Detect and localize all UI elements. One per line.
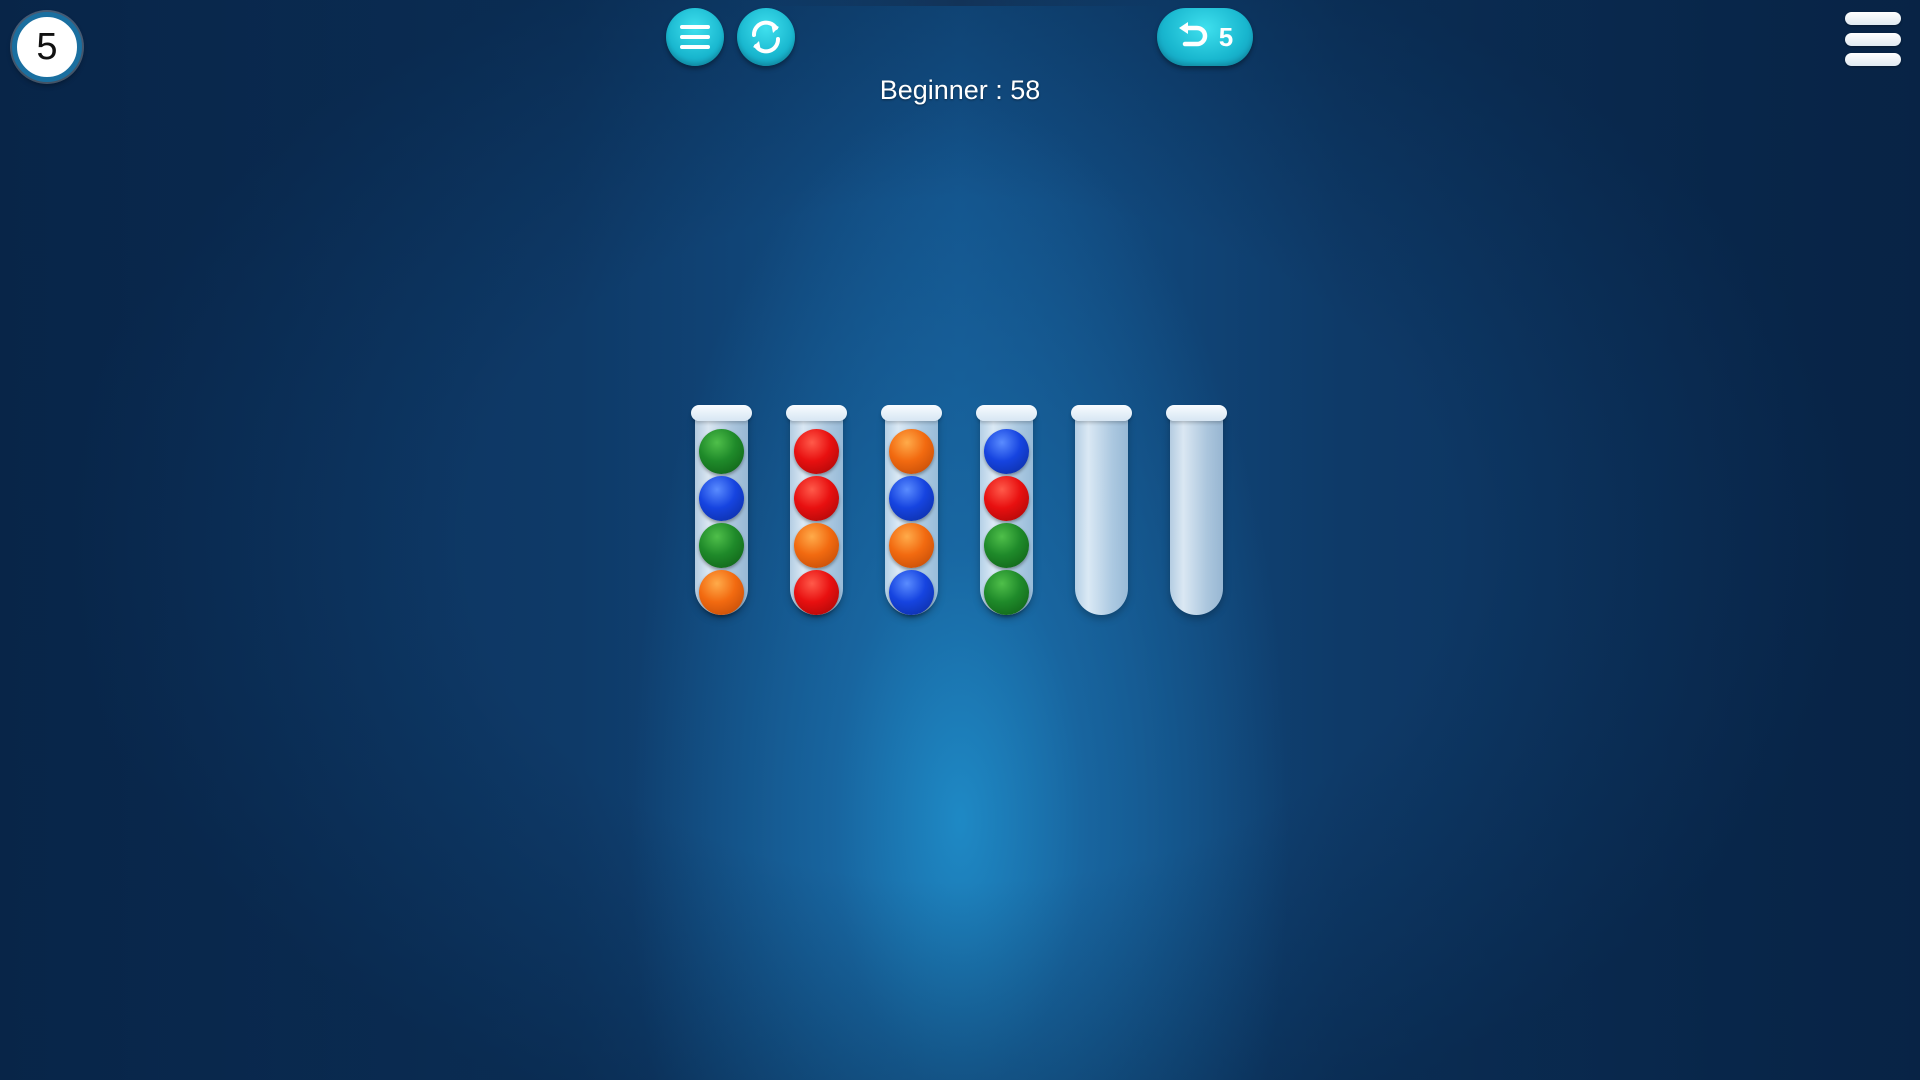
undo-count: 5: [1218, 21, 1234, 52]
level-number-badge: 5: [12, 12, 82, 82]
tube-rim: [786, 405, 847, 421]
list-menu-icon: [680, 25, 710, 49]
tube-5[interactable]: [1071, 405, 1132, 615]
tube-4[interactable]: [976, 405, 1037, 615]
tube-rim: [1071, 405, 1132, 421]
undo-button[interactable]: 5: [1157, 8, 1253, 66]
tube-rack: [691, 405, 1227, 615]
blue-ball: [889, 570, 934, 615]
orange-ball: [889, 523, 934, 568]
undo-arrow-icon: [1178, 22, 1207, 47]
tube-rim: [881, 405, 942, 421]
green-ball: [699, 523, 744, 568]
green-ball: [699, 429, 744, 474]
tube-3[interactable]: [881, 405, 942, 615]
tube-2[interactable]: [786, 405, 847, 615]
level-number: 5: [36, 26, 58, 68]
green-ball: [984, 570, 1029, 615]
orange-ball: [794, 523, 839, 568]
level-title: Beginner : 58: [879, 75, 1041, 105]
blue-ball: [889, 476, 934, 521]
restart-button[interactable]: [737, 8, 795, 66]
tube-glass: [1170, 413, 1223, 615]
blue-ball: [984, 429, 1029, 474]
tube-rim: [1166, 405, 1227, 421]
list-menu-button[interactable]: [666, 8, 724, 66]
green-ball: [984, 523, 1029, 568]
orange-ball: [889, 429, 934, 474]
orange-ball: [699, 570, 744, 615]
red-ball: [984, 476, 1029, 521]
hamburger-menu-button[interactable]: [1845, 12, 1901, 66]
tube-glass: [1075, 413, 1128, 615]
ball-stack: [786, 429, 847, 615]
red-ball: [794, 429, 839, 474]
tube-rim: [976, 405, 1037, 421]
tube-1[interactable]: [691, 405, 752, 615]
hamburger-bar: [1845, 12, 1901, 25]
hamburger-bar: [1845, 32, 1901, 46]
tube-rim: [691, 405, 752, 421]
blue-ball: [699, 476, 744, 521]
tube-6[interactable]: [1166, 405, 1227, 615]
top-divider: [760, 0, 1160, 6]
hamburger-bar: [1845, 53, 1901, 66]
ball-stack: [691, 429, 752, 615]
ball-stack: [881, 429, 942, 615]
restart-icon: [751, 20, 781, 54]
red-ball: [794, 476, 839, 521]
ball-stack: [976, 429, 1037, 615]
red-ball: [794, 570, 839, 615]
